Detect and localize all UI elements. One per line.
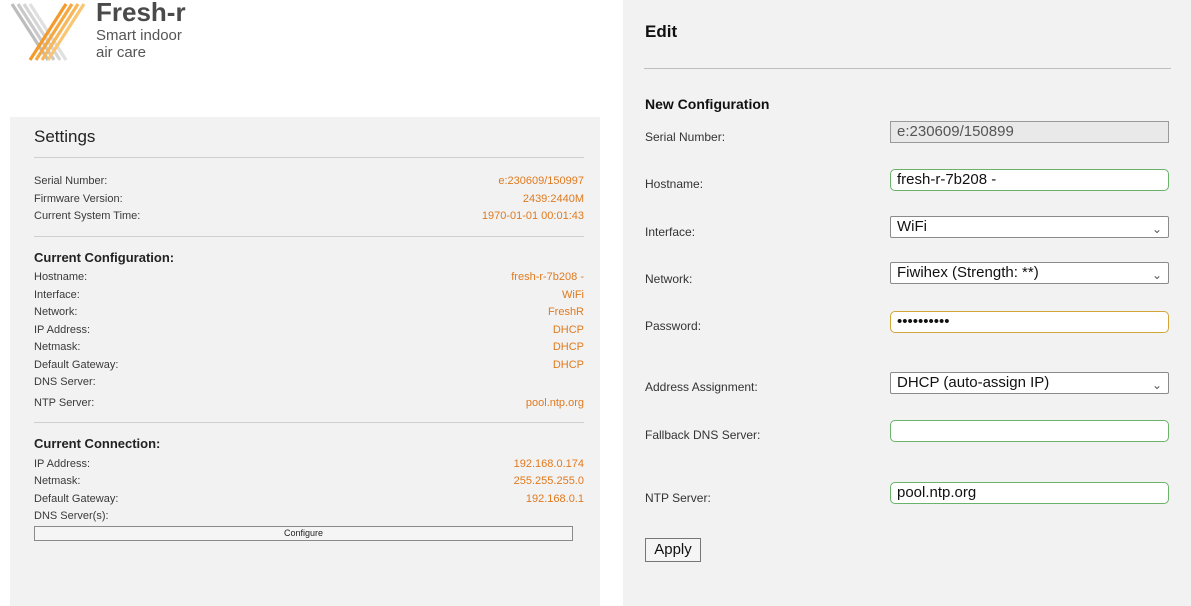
info-label: Hostname: [34,271,88,283]
page-title: Settings [34,127,96,146]
info-row: DNS Server: [34,376,584,392]
info-value: DHCP [552,341,584,353]
address-assignment-select[interactable]: DHCP (auto-assign IP) ⌄ [890,372,1169,394]
info-row: DNS Server(s): [34,510,584,526]
fallback-dns-input[interactable] [890,420,1169,442]
chevron-down-icon: ⌄ [1151,222,1162,236]
address-assignment-value: DHCP (auto-assign IP) [897,374,1050,391]
info-row: Hostname: fresh-r-7b208 - [34,271,584,287]
interface-value: WiFi [897,218,927,235]
info-value: 2439:2440M [522,193,584,205]
divider [644,68,1171,69]
page-title: Edit [645,22,678,41]
fresh-r-logo-icon [10,3,86,61]
info-label: Default Gateway: [34,493,119,505]
info-value: 1970-01-01 00:01:43 [481,210,584,222]
section-title: Current Connection: [34,436,161,451]
serial-label: Serial Number: [645,130,726,144]
info-label: Network: [34,306,78,318]
ntp-server-label: NTP Server: [645,491,711,505]
info-label: DNS Server: [34,376,96,388]
info-row: IP Address: DHCP [34,324,584,340]
divider [34,157,584,158]
hostname-label: Hostname: [645,177,704,191]
info-label: Firmware Version: [34,193,123,205]
info-row: Default Gateway: DHCP [34,359,584,375]
edit-page: Edit New Configuration Serial Number: e:… [623,0,1191,606]
info-row: Current System Time: 1970-01-01 00:01:43 [34,210,584,226]
info-row: Netmask: 255.255.255.0 [34,475,584,491]
info-value: 192.168.0.174 [513,458,584,470]
password-input[interactable]: •••••••••• [890,311,1169,333]
info-row: IP Address: 192.168.0.174 [34,458,584,474]
info-row: Serial Number: e:230609/150997 [34,175,584,191]
info-label: Netmask: [34,475,81,487]
network-select[interactable]: Fiwihex (Strength: **) ⌄ [890,262,1169,284]
settings-page: Fresh-r Smart indoor air care Settings S… [0,0,600,606]
serial-field: e:230609/150899 [890,121,1169,143]
info-row: Interface: WiFi [34,289,584,305]
info-row: Netmask: DHCP [34,341,584,357]
brand-tagline: Smart indoor [96,27,182,44]
info-row: NTP Server: pool.ntp.org [34,397,584,413]
info-value: fresh-r-7b208 - [511,271,584,283]
info-value: e:230609/150997 [498,175,584,187]
info-row: Firmware Version: 2439:2440M [34,193,584,209]
interface-label: Interface: [645,225,696,239]
info-row: Network: FreshR [34,306,584,322]
info-row: Default Gateway: 192.168.0.1 [34,493,584,509]
hostname-input[interactable]: fresh-r-7b208 - [890,169,1169,191]
info-label: Interface: [34,289,80,301]
section-title: New Configuration [645,96,770,112]
info-label: Default Gateway: [34,359,119,371]
fresh-r-logo: Fresh-r Smart indoor air care [8,0,208,70]
fallback-dns-label: Fallback DNS Server: [645,428,761,442]
info-value: DHCP [552,359,584,371]
password-label: Password: [645,319,702,333]
apply-button[interactable]: Apply [645,538,701,562]
ntp-server-input[interactable]: pool.ntp.org [890,482,1169,504]
divider [34,236,584,237]
network-value: Fiwihex (Strength: **) [897,264,1039,281]
brand-name: Fresh-r [96,0,186,27]
info-label: IP Address: [34,324,91,336]
info-label: DNS Server(s): [34,510,109,522]
divider [34,422,584,423]
info-label: NTP Server: [34,397,95,409]
chevron-down-icon: ⌄ [1151,378,1162,392]
info-value: WiFi [562,289,584,301]
info-label: Current System Time: [34,210,141,222]
info-value: 255.255.255.0 [513,475,584,487]
interface-select[interactable]: WiFi ⌄ [890,216,1169,238]
chevron-down-icon: ⌄ [1151,268,1162,282]
address-assignment-label: Address Assignment: [645,380,758,394]
info-value: DHCP [552,324,584,336]
info-value: FreshR [547,306,584,318]
info-label: Netmask: [34,341,81,353]
info-value: pool.ntp.org [525,397,584,409]
network-label: Network: [645,272,693,286]
brand-tagline: air care [96,44,147,61]
settings-card: Settings Serial Number: e:230609/150997 … [10,117,600,606]
info-label: Serial Number: [34,175,108,187]
configure-button[interactable]: Configure [34,526,573,541]
info-label: IP Address: [34,458,91,470]
section-title: Current Configuration: [34,250,175,265]
info-value: 192.168.0.1 [525,493,584,505]
